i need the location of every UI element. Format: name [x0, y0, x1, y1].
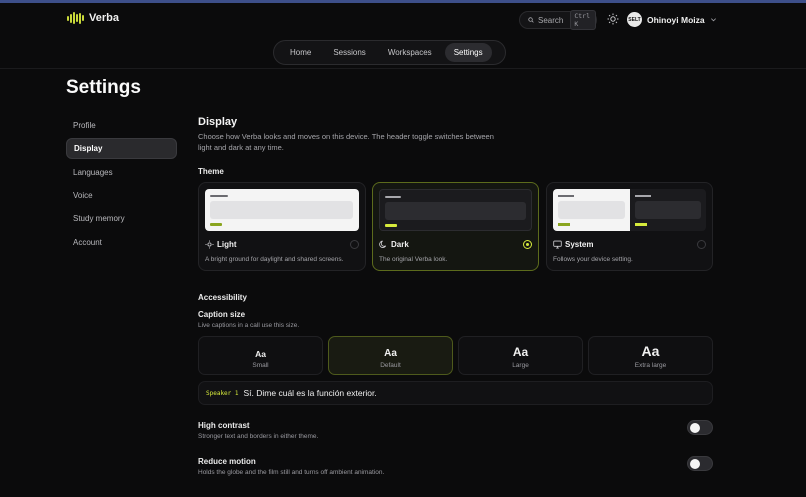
- sidebar-item-display[interactable]: Display: [66, 138, 177, 159]
- caption-size-small[interactable]: Aa Small: [198, 336, 323, 375]
- caption-sample: Aa: [384, 348, 397, 359]
- reduce-motion-description: Holds the globe and the film still and t…: [198, 469, 385, 476]
- app-name: Verba: [89, 12, 119, 24]
- system-theme-preview: [553, 189, 706, 231]
- accessibility-heading: Accessibility: [198, 293, 247, 302]
- caption-size-label: Caption size: [198, 310, 246, 319]
- search-icon: [528, 17, 534, 23]
- caption-size-name: Small: [252, 362, 269, 369]
- section-title: Display: [198, 116, 238, 128]
- search-shortcut: Ctrl K: [570, 10, 596, 30]
- app-header: Verba Search Ctrl K SELT Ohinoyi Moiza H…: [0, 3, 806, 69]
- sidebar-item-voice[interactable]: Voice: [66, 185, 177, 206]
- theme-description: The original Verba look.: [379, 256, 448, 263]
- waveform-icon: [67, 12, 84, 24]
- search-button[interactable]: Search Ctrl K: [519, 10, 597, 30]
- theme-label: Theme: [198, 167, 224, 176]
- caption-size-extra-large[interactable]: Aa Extra large: [588, 336, 713, 375]
- app-logo[interactable]: Verba: [67, 12, 119, 24]
- caption-size-name: Large: [512, 362, 529, 369]
- theme-name: System: [565, 240, 594, 249]
- caption-size-description: Live captions in a call use this size.: [198, 322, 300, 329]
- sun-icon[interactable]: [607, 13, 619, 25]
- nav-workspaces[interactable]: Workspaces: [379, 43, 441, 62]
- caption-sample: Aa: [641, 343, 660, 359]
- high-contrast-description: Stronger text and borders in either them…: [198, 433, 319, 440]
- nav-settings[interactable]: Settings: [444, 43, 492, 62]
- sidebar-item-account[interactable]: Account: [66, 232, 177, 253]
- caption-speaker: Speaker 1: [206, 389, 239, 397]
- caption-size-large[interactable]: Aa Large: [458, 336, 583, 375]
- caption-preview: Speaker 1 Sí. Dime cuál es la función ex…: [198, 381, 713, 405]
- light-theme-preview: [205, 189, 359, 231]
- main-nav: Home Sessions Workspaces Settings: [273, 40, 506, 65]
- theme-radio-selected[interactable]: [523, 240, 532, 249]
- caption-size-name: Default: [380, 362, 401, 369]
- sidebar-item-profile[interactable]: Profile: [66, 115, 177, 136]
- theme-option-light[interactable]: Light A bright ground for daylight and s…: [198, 182, 366, 271]
- chevron-down-icon: [710, 18, 716, 22]
- sidebar-item-languages[interactable]: Languages: [66, 162, 177, 183]
- theme-radio[interactable]: [697, 240, 706, 249]
- theme-option-dark[interactable]: Dark The original Verba look.: [372, 182, 539, 271]
- caption-size-default[interactable]: Aa Default: [328, 336, 453, 375]
- monitor-icon: [553, 240, 562, 249]
- theme-name: Dark: [391, 240, 409, 249]
- theme-radio[interactable]: [350, 240, 359, 249]
- search-label: Search: [538, 15, 564, 25]
- caption-sample: Aa: [512, 345, 529, 359]
- user-name: Ohinoyi Moiza: [647, 14, 705, 25]
- theme-option-system[interactable]: System Follows your device setting.: [546, 182, 713, 271]
- user-menu[interactable]: SELT Ohinoyi Moiza: [627, 12, 717, 27]
- reduce-motion-label: Reduce motion: [198, 457, 256, 466]
- nav-home[interactable]: Home: [281, 43, 320, 62]
- caption-size-name: Extra large: [634, 362, 667, 369]
- theme-description: Follows your device setting.: [553, 256, 633, 263]
- page-title: Settings: [66, 77, 141, 98]
- sun-icon: [205, 240, 214, 249]
- theme-name: Light: [217, 240, 237, 249]
- caption-text: Sí. Dime cuál es la función exterior.: [243, 388, 377, 398]
- avatar: SELT: [627, 12, 642, 27]
- theme-description: A bright ground for daylight and shared …: [205, 256, 344, 263]
- moon-icon: [379, 240, 387, 248]
- section-description: Choose how Verba looks and moves on this…: [198, 132, 494, 152]
- sidebar-item-study-memory[interactable]: Study memory: [66, 208, 177, 229]
- reduce-motion-toggle[interactable]: [687, 456, 713, 471]
- nav-sessions[interactable]: Sessions: [324, 43, 374, 62]
- high-contrast-toggle[interactable]: [687, 420, 713, 435]
- high-contrast-label: High contrast: [198, 421, 250, 430]
- caption-sample: Aa: [255, 349, 266, 359]
- dark-theme-preview: [379, 189, 532, 231]
